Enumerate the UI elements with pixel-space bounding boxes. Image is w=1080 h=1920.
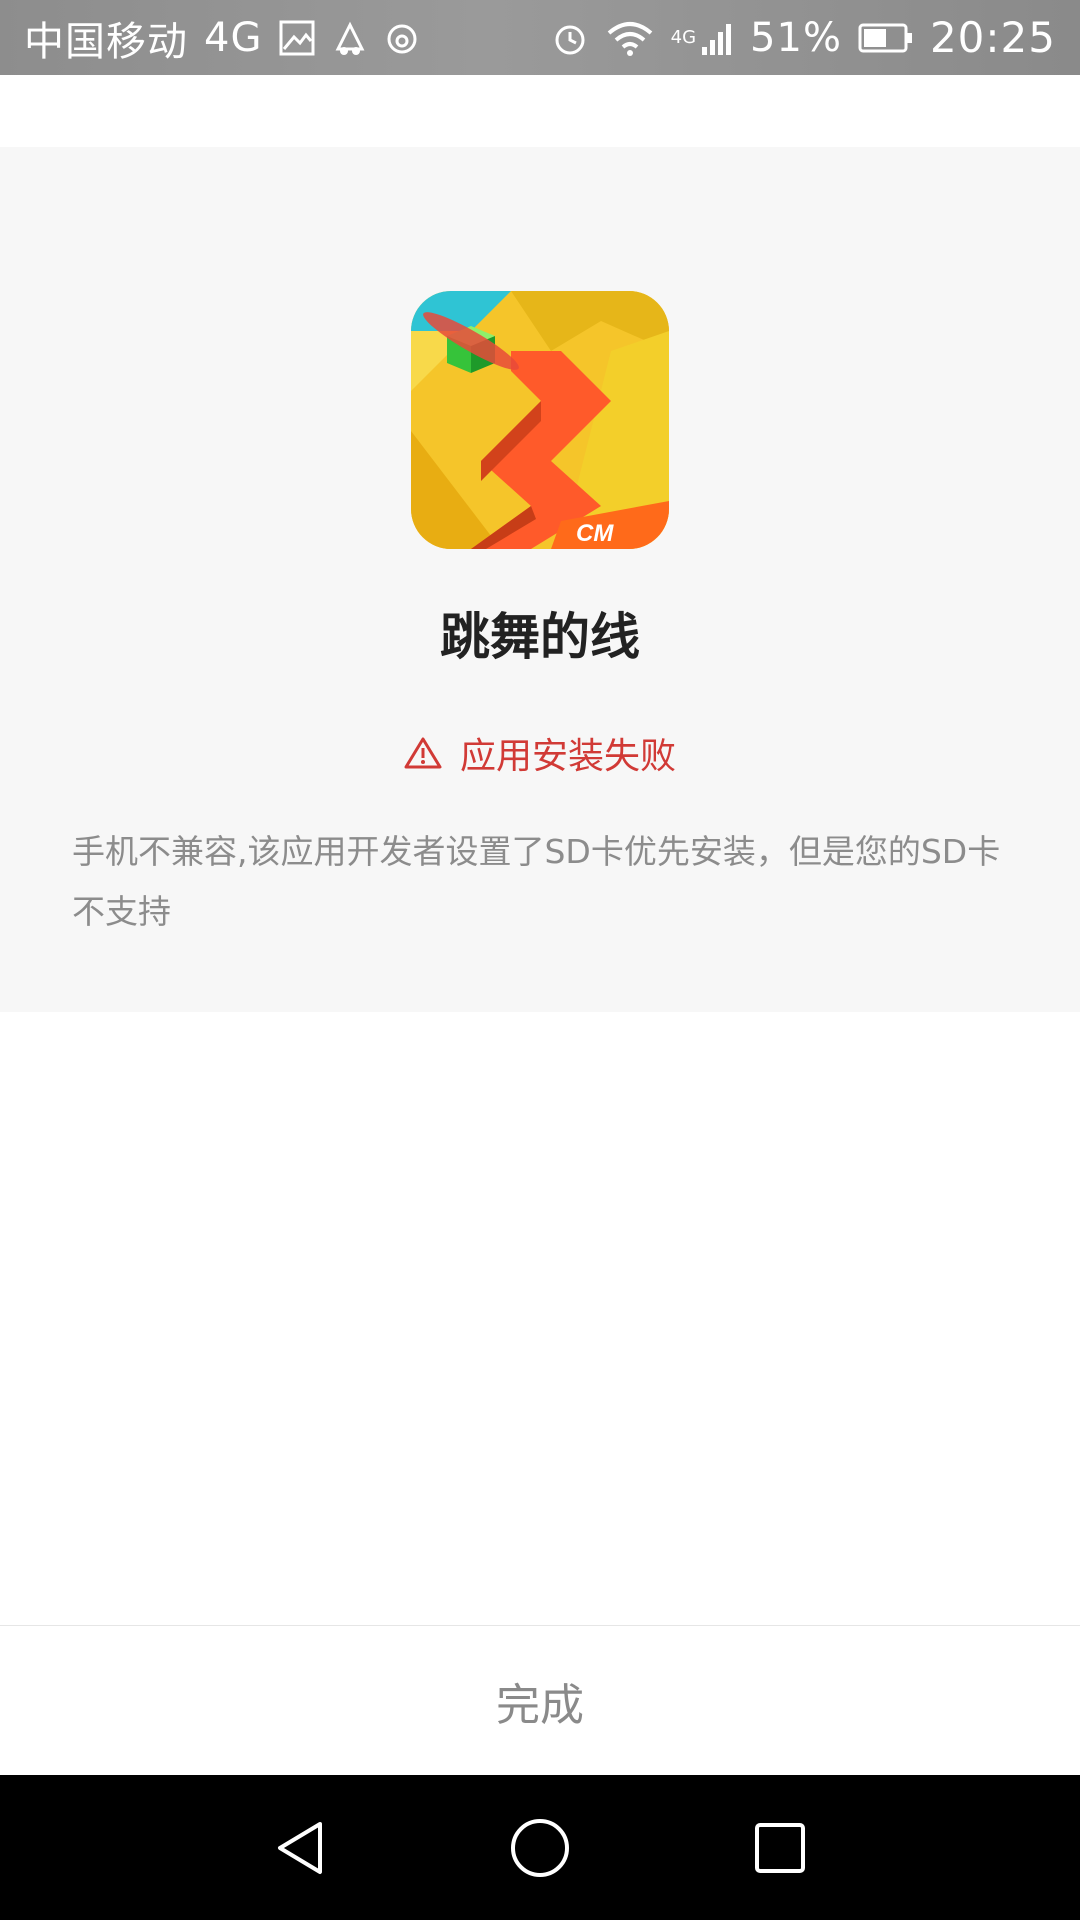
navigation-bar bbox=[0, 1775, 1080, 1920]
done-button[interactable]: 完成 bbox=[496, 1669, 584, 1733]
status-bar: 中国移动 4G 4G 51% 20:25 bbox=[0, 0, 1080, 75]
dancing-line-app-icon: CM bbox=[411, 291, 669, 549]
app-notify-icon bbox=[332, 19, 368, 57]
header-spacer bbox=[0, 75, 1080, 147]
alarm-icon bbox=[551, 19, 589, 57]
home-icon[interactable] bbox=[505, 1813, 575, 1883]
battery-percentage: 51% bbox=[750, 14, 842, 61]
app-name: 跳舞的线 bbox=[440, 608, 640, 666]
warning-icon bbox=[404, 736, 442, 770]
failure-description: 手机不兼容,该应用开发者设置了SD卡优先安装，但是您的SD卡不支持 bbox=[72, 832, 1001, 931]
status-bar-right: 4G 51% 20:25 bbox=[551, 13, 1056, 62]
wifi-icon bbox=[605, 19, 655, 57]
battery-icon bbox=[858, 22, 914, 54]
clock-time: 20:25 bbox=[929, 13, 1056, 62]
install-status-text: 应用安装失败 bbox=[459, 736, 676, 777]
svg-text:CM: CM bbox=[576, 520, 614, 547]
install-status: 应用安装失败 bbox=[0, 727, 1080, 779]
cell-signal-icon: 4G bbox=[671, 19, 734, 57]
network-type: 4G bbox=[204, 14, 263, 61]
netease-music-icon bbox=[384, 19, 420, 57]
signal-label: 4G bbox=[670, 27, 697, 48]
carrier-name: 中国移动 bbox=[24, 18, 188, 65]
back-icon[interactable] bbox=[265, 1813, 335, 1883]
install-result-panel: CM 跳舞的线 应用安装失败 手机不兼容,该应用开发者设置了SD卡优先安装，但是… bbox=[0, 147, 1080, 1012]
done-button-area: 完成 bbox=[0, 1625, 1080, 1775]
status-bar-left: 中国移动 4G bbox=[24, 9, 420, 67]
image-icon bbox=[278, 19, 316, 57]
recents-icon[interactable] bbox=[745, 1813, 815, 1883]
